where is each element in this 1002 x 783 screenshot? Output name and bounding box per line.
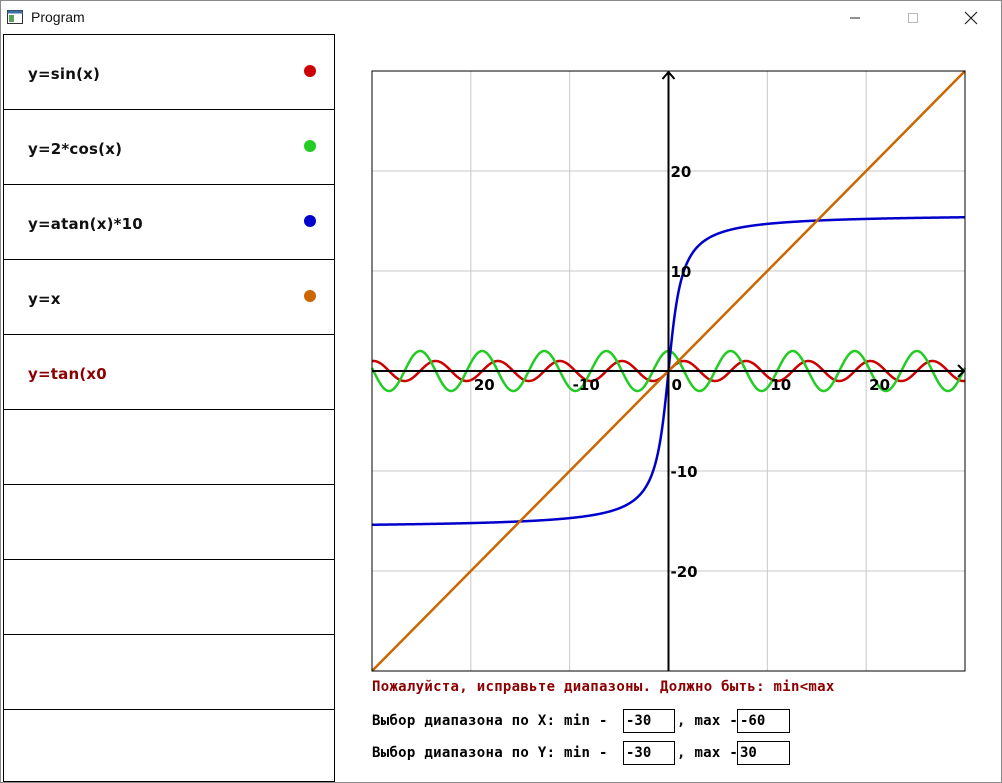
x-tick-label: 20 — [869, 376, 890, 394]
function-item[interactable]: y=tan(x0 — [4, 335, 334, 410]
function-label: y=atan(x)*10 — [28, 215, 143, 233]
function-item[interactable]: y=sin(x) — [4, 35, 334, 110]
function-item[interactable]: y=x — [4, 260, 334, 335]
range-y-row: Выбор диапазона по Y: min - — [372, 745, 608, 761]
y-tick-label: -10 — [671, 463, 698, 481]
minimize-button[interactable] — [832, 1, 878, 34]
color-dot-icon — [304, 290, 316, 302]
close-icon — [964, 11, 978, 24]
function-item[interactable]: y=2*cos(x) — [4, 110, 334, 185]
title-bar[interactable]: Program — [1, 1, 1001, 34]
function-label: y=x — [28, 290, 61, 308]
function-label: y=tan(x0 — [28, 365, 107, 383]
function-item[interactable] — [4, 635, 334, 710]
range-y-max-input[interactable] — [737, 741, 790, 765]
x-tick-label: -10 — [573, 376, 600, 394]
x-tick-label: 10 — [770, 376, 791, 394]
maximize-icon — [908, 12, 918, 23]
range-x-min-input[interactable] — [623, 709, 675, 733]
window-title: Program — [31, 9, 85, 25]
graph-chart[interactable]: 20 -10 0 10 20 -20 -10 10 20 — [337, 34, 1001, 674]
error-message: Пожалуйста, исправьте диапазоны. Должно … — [372, 679, 835, 695]
range-y-min-input[interactable] — [623, 741, 675, 765]
color-dot-icon — [304, 65, 316, 77]
color-dot-icon — [304, 140, 316, 152]
range-x-row: Выбор диапазона по X: min - — [372, 713, 608, 729]
range-y-max-label: , max - — [677, 745, 739, 761]
function-item[interactable]: y=atan(x)*10 — [4, 185, 334, 260]
x-tick-label: 20 — [474, 376, 495, 394]
function-item[interactable] — [4, 560, 334, 635]
function-label: y=2*cos(x) — [28, 140, 123, 158]
close-button[interactable] — [948, 1, 994, 34]
function-item[interactable] — [4, 485, 334, 560]
color-dot-icon — [304, 215, 316, 227]
y-tick-label: 10 — [671, 263, 692, 281]
range-y-label: Выбор диапазона по Y: min - — [372, 745, 608, 761]
range-x-max-label: , max - — [677, 713, 739, 729]
range-x-label: Выбор диапазона по X: min - — [372, 713, 608, 729]
y-tick-label: 20 — [671, 163, 692, 181]
maximize-button[interactable] — [890, 1, 936, 34]
plot-area[interactable]: 20 -10 0 10 20 -20 -10 10 20 — [337, 34, 1001, 782]
app-window: Program y=sin(x) y=2*cos(x) y=atan(x)*10 y=… — [0, 0, 1002, 783]
app-icon — [7, 10, 23, 24]
function-label: y=sin(x) — [28, 65, 101, 83]
function-list: y=sin(x) y=2*cos(x) y=atan(x)*10 y=x y=tan(x… — [3, 34, 335, 782]
x-tick-label: 0 — [672, 376, 682, 394]
y-tick-label: -20 — [671, 563, 698, 581]
function-item[interactable] — [4, 410, 334, 485]
minimize-icon — [850, 17, 860, 18]
range-x-max-input[interactable] — [737, 709, 790, 733]
